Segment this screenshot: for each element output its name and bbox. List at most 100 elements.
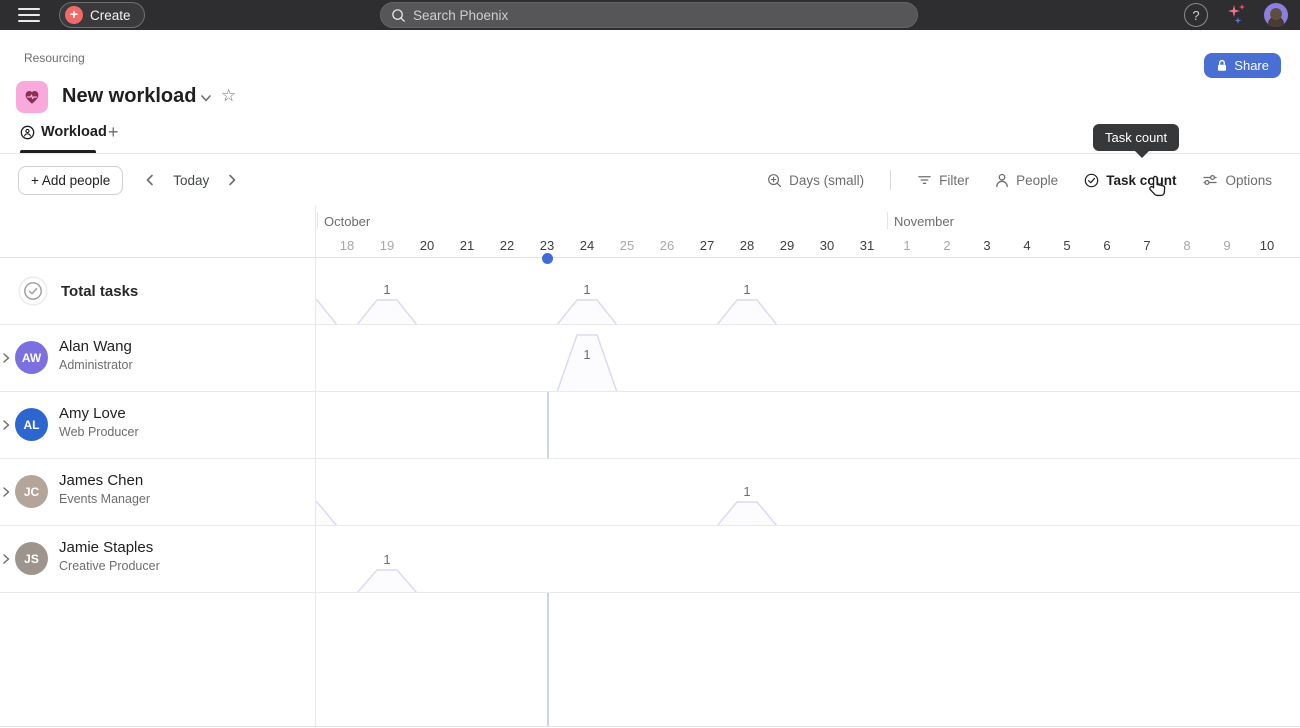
day-tick[interactable]: 7: [1127, 238, 1167, 253]
workload-app: + Create ? Resourcing: [0, 0, 1300, 728]
task-count-shape[interactable]: [717, 502, 777, 525]
day-tick[interactable]: 26: [647, 238, 687, 253]
zoom-level-label: Days (small): [789, 173, 864, 188]
filter-label: Filter: [939, 173, 969, 188]
task-count-shape[interactable]: [557, 335, 617, 391]
add-people-button[interactable]: + Add people: [18, 166, 123, 195]
day-tick[interactable]: 30: [807, 238, 847, 253]
day-tick[interactable]: 3: [967, 238, 1007, 253]
task-count-shape[interactable]: [316, 300, 337, 324]
day-tick[interactable]: 20: [407, 238, 447, 253]
task-count-shape[interactable]: [717, 300, 777, 324]
search-input[interactable]: [413, 8, 873, 23]
avatar[interactable]: JS: [15, 542, 48, 575]
day-tick[interactable]: 28: [727, 238, 767, 253]
magnifier-zoom-icon: [767, 173, 782, 188]
avatar[interactable]: JC: [15, 475, 48, 508]
timeline-header: OctoberNovember1819202122232425262728293…: [0, 206, 1300, 258]
day-tick[interactable]: 9: [1207, 238, 1247, 253]
day-tick[interactable]: 4: [1007, 238, 1047, 253]
workload-toolbar: + Add people Today Days (small): [0, 154, 1300, 206]
check-circle-icon: [1084, 173, 1099, 188]
row-left-panel: JS Jamie Staples Creative Producer: [0, 526, 315, 592]
day-tick[interactable]: 5: [1047, 238, 1087, 253]
person-row: AW Alan Wang Administrator 1: [0, 325, 1300, 392]
help-button[interactable]: ?: [1184, 3, 1208, 27]
avatar[interactable]: AL: [15, 408, 48, 441]
circle-check-icon: [18, 276, 48, 306]
share-button[interactable]: Share: [1204, 53, 1281, 78]
day-tick[interactable]: 19: [367, 238, 407, 253]
day-tick[interactable]: 2: [927, 238, 967, 253]
project-heart-icon[interactable]: [16, 81, 48, 113]
day-tick[interactable]: 21: [447, 238, 487, 253]
task-count-shape[interactable]: [316, 502, 337, 525]
zoom-level-button[interactable]: Days (small): [767, 173, 864, 188]
row-workload-chart[interactable]: [315, 392, 1300, 458]
search-icon: [391, 8, 406, 23]
task-count-shape[interactable]: [357, 570, 417, 592]
row-workload-chart[interactable]: 1: [315, 325, 1300, 391]
task-count-value: 1: [583, 282, 590, 297]
add-tab-button[interactable]: +: [108, 122, 119, 143]
row-left-panel: JC James Chen Events Manager: [0, 459, 315, 525]
task-count-shape[interactable]: [557, 300, 617, 324]
month-divider: [887, 212, 888, 229]
options-button[interactable]: Options: [1202, 173, 1272, 188]
next-period-button[interactable]: [225, 173, 239, 187]
person-role: Administrator: [59, 358, 133, 372]
task-count-shape[interactable]: [357, 300, 417, 324]
row-workload-chart[interactable]: 1: [315, 459, 1300, 525]
favorite-star-icon[interactable]: ☆: [221, 86, 236, 106]
day-tick[interactable]: 29: [767, 238, 807, 253]
share-button-label: Share: [1234, 58, 1269, 73]
chevron-left-icon: [143, 173, 157, 187]
row-left-panel: Total tasks: [0, 258, 315, 324]
day-tick[interactable]: 1: [887, 238, 927, 253]
global-topbar: + Create ?: [0, 0, 1300, 30]
global-search[interactable]: [380, 2, 918, 28]
day-tick[interactable]: 23: [527, 238, 567, 253]
sidebar-toggle-button[interactable]: [18, 8, 40, 22]
person-role: Creative Producer: [59, 559, 160, 573]
person-name[interactable]: Jamie Staples: [59, 539, 160, 556]
task-count-value: 1: [383, 552, 390, 567]
create-button-label: Create: [90, 8, 131, 23]
title-dropdown-chevron-icon[interactable]: [199, 91, 213, 110]
question-mark-icon: ?: [1192, 8, 1199, 23]
today-button[interactable]: Today: [173, 173, 209, 188]
create-button[interactable]: + Create: [59, 2, 145, 28]
day-tick[interactable]: 10: [1247, 238, 1287, 253]
row-left-panel: AW Alan Wang Administrator: [0, 325, 315, 391]
row-workload-chart[interactable]: 111: [315, 258, 1300, 324]
person-name[interactable]: James Chen: [59, 472, 150, 489]
breadcrumb[interactable]: Resourcing: [24, 51, 85, 65]
people-button[interactable]: People: [995, 173, 1058, 188]
day-tick[interactable]: 24: [567, 238, 607, 253]
person-name[interactable]: Alan Wang: [59, 338, 133, 355]
day-tick[interactable]: 25: [607, 238, 647, 253]
day-tick[interactable]: 18: [327, 238, 367, 253]
active-tab-underline: [20, 150, 96, 153]
row-workload-chart[interactable]: 1: [315, 526, 1300, 592]
ai-sparkles-icon[interactable]: [1223, 3, 1249, 27]
timeline-scale: OctoberNovember1819202122232425262728293…: [315, 206, 1300, 258]
avatar[interactable]: AW: [15, 341, 48, 374]
sliders-icon: [1202, 173, 1218, 187]
filter-button[interactable]: Filter: [917, 173, 969, 188]
tab-workload-label: Workload: [41, 124, 107, 140]
task-count-value: 1: [743, 282, 750, 297]
user-avatar[interactable]: [1264, 3, 1288, 27]
options-label: Options: [1225, 173, 1272, 188]
person-name[interactable]: Amy Love: [59, 405, 139, 422]
prev-period-button[interactable]: [143, 173, 157, 187]
day-tick[interactable]: 22: [487, 238, 527, 253]
tab-workload[interactable]: Workload: [20, 124, 107, 148]
day-tick[interactable]: 8: [1167, 238, 1207, 253]
task-count-button[interactable]: Task count: [1084, 173, 1176, 188]
people-label: People: [1016, 173, 1058, 188]
day-tick[interactable]: 27: [687, 238, 727, 253]
person-role: Events Manager: [59, 492, 150, 506]
day-tick[interactable]: 31: [847, 238, 887, 253]
day-tick[interactable]: 6: [1087, 238, 1127, 253]
